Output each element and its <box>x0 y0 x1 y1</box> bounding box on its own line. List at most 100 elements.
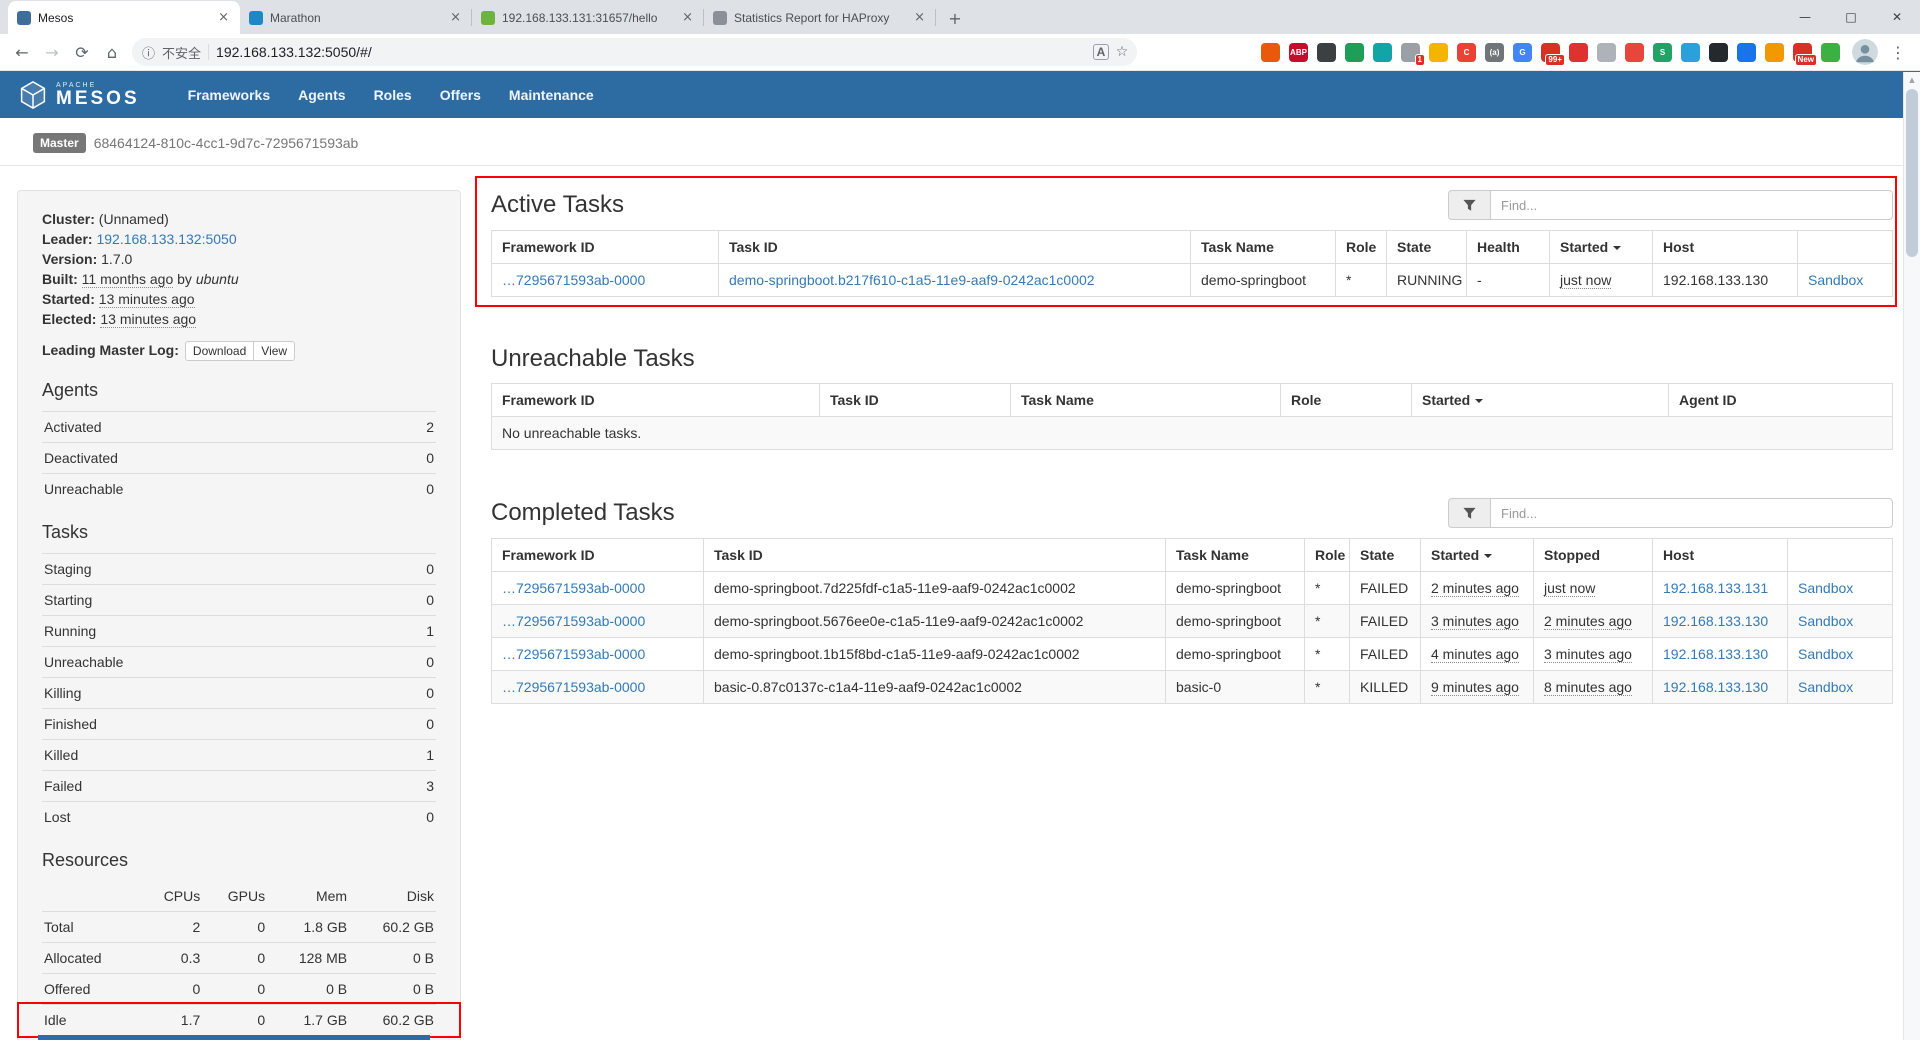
framework-id-link[interactable]: …7295671593ab-0000 <box>502 613 645 629</box>
column-header-started-sorted[interactable]: Started <box>1412 384 1669 417</box>
page-scrollbar[interactable]: ▲ <box>1903 72 1920 1040</box>
active-tasks-find-input[interactable] <box>1490 190 1893 220</box>
leader-link[interactable]: 192.168.133.132:5050 <box>96 231 236 247</box>
bookmark-star-icon[interactable]: ☆ <box>1111 41 1133 63</box>
extension-icon[interactable] <box>1709 43 1728 62</box>
url-text[interactable]: 192.168.133.132:5050/#/ <box>216 44 1086 60</box>
sandbox-link[interactable]: Sandbox <box>1798 646 1853 662</box>
extension-icon[interactable] <box>1429 43 1448 62</box>
host-link[interactable]: 192.168.133.130 <box>1663 646 1768 662</box>
extension-icon[interactable]: ABP <box>1289 43 1308 62</box>
framework-id-link[interactable]: …7295671593ab-0000 <box>502 272 645 288</box>
completed-tasks-find-input[interactable] <box>1490 498 1893 528</box>
column-header[interactable]: Host <box>1653 539 1788 572</box>
extension-icon[interactable] <box>1373 43 1392 62</box>
maximize-icon[interactable]: □ <box>1828 0 1874 34</box>
column-header-started-sorted[interactable]: Started <box>1421 539 1534 572</box>
nav-item[interactable]: Frameworks <box>174 87 284 103</box>
new-tab-icon[interactable]: + <box>942 5 968 31</box>
home-icon[interactable]: ⌂ <box>98 38 126 66</box>
host-link[interactable]: 192.168.133.130 <box>1663 613 1768 629</box>
column-header-started-sorted[interactable]: Started <box>1550 231 1653 264</box>
extension-icon[interactable] <box>1625 43 1644 62</box>
column-header[interactable]: Task Name <box>1166 539 1305 572</box>
column-header[interactable]: Framework ID <box>492 384 820 417</box>
extension-icon[interactable]: (a) <box>1485 43 1504 62</box>
column-header[interactable] <box>1788 539 1893 572</box>
extension-icon[interactable] <box>1569 43 1588 62</box>
column-header[interactable]: Agent ID <box>1669 384 1893 417</box>
state-cell: FAILED <box>1350 638 1421 671</box>
scrollbar-thumb[interactable] <box>1906 89 1918 257</box>
extension-icon[interactable] <box>1261 43 1280 62</box>
extension-icon[interactable] <box>1821 43 1840 62</box>
column-header[interactable]: Stopped <box>1534 539 1653 572</box>
browser-tab[interactable]: Statistics Report for HAProxy × <box>704 1 936 34</box>
tab-close-icon[interactable]: × <box>216 10 231 25</box>
framework-id-link[interactable]: …7295671593ab-0000 <box>502 646 645 662</box>
task-id-cell: demo-springboot.1b15f8bd-c1a5-11e9-aaf9-… <box>704 638 1166 671</box>
address-bar[interactable]: ⓘ 不安全 192.168.133.132:5050/#/ A ☆ <box>132 38 1137 66</box>
refresh-icon[interactable]: ⟳ <box>68 38 96 66</box>
close-icon[interactable]: ✕ <box>1874 0 1920 34</box>
column-header[interactable]: Host <box>1653 231 1798 264</box>
back-icon[interactable]: ← <box>8 38 36 66</box>
extension-icon[interactable] <box>1681 43 1700 62</box>
browser-tab[interactable]: 192.168.133.131:31657/hello × <box>472 1 704 34</box>
extension-icon[interactable]: 99+ <box>1541 43 1560 62</box>
scrollbar-up-icon[interactable]: ▲ <box>1904 72 1920 87</box>
minimize-icon[interactable]: — <box>1782 0 1828 34</box>
extension-icon[interactable]: C <box>1457 43 1476 62</box>
column-header[interactable]: Framework ID <box>492 539 704 572</box>
translate-icon[interactable]: A <box>1093 44 1109 60</box>
extension-icon[interactable] <box>1765 43 1784 62</box>
download-log-button[interactable]: Download <box>185 341 254 361</box>
column-header[interactable]: State <box>1387 231 1467 264</box>
extension-icon[interactable]: S <box>1653 43 1672 62</box>
extension-icon[interactable] <box>1317 43 1336 62</box>
extension-icon[interactable]: New <box>1793 43 1812 62</box>
framework-id-link[interactable]: …7295671593ab-0000 <box>502 679 645 695</box>
column-header[interactable]: Framework ID <box>492 231 719 264</box>
column-header[interactable]: Role <box>1305 539 1350 572</box>
task-id-link[interactable]: demo-springboot.b217f610-c1a5-11e9-aaf9-… <box>729 272 1095 288</box>
sandbox-link[interactable]: Sandbox <box>1798 679 1853 695</box>
browser-tab[interactable]: Mesos × <box>8 1 240 34</box>
sandbox-link[interactable]: Sandbox <box>1808 272 1863 288</box>
sandbox-link[interactable]: Sandbox <box>1798 613 1853 629</box>
framework-id-link[interactable]: …7295671593ab-0000 <box>502 580 645 596</box>
forward-icon[interactable]: → <box>38 38 66 66</box>
extension-icon[interactable]: G <box>1513 43 1532 62</box>
page-info-icon[interactable]: ⓘ <box>142 43 155 62</box>
mesos-logo[interactable]: APACHE MESOS <box>18 80 140 110</box>
host-link[interactable]: 192.168.133.130 <box>1663 679 1768 695</box>
column-header[interactable]: Task ID <box>820 384 1011 417</box>
column-header[interactable]: Role <box>1281 384 1412 417</box>
extension-icon[interactable] <box>1597 43 1616 62</box>
column-header[interactable]: Task Name <box>1011 384 1281 417</box>
extension-icon[interactable] <box>1345 43 1364 62</box>
extension-icon[interactable] <box>1737 43 1756 62</box>
column-header[interactable]: Task Name <box>1191 231 1336 264</box>
tab-close-icon[interactable]: × <box>912 10 927 25</box>
nav-item[interactable]: Offers <box>426 87 495 103</box>
menu-icon[interactable]: ⋮ <box>1884 38 1912 66</box>
host-link[interactable]: 192.168.133.131 <box>1663 580 1768 596</box>
column-header[interactable]: Role <box>1336 231 1387 264</box>
extension-icon[interactable]: 1 <box>1401 43 1420 62</box>
nav-item[interactable]: Agents <box>284 87 359 103</box>
view-log-button[interactable]: View <box>253 341 295 361</box>
sandbox-link[interactable]: Sandbox <box>1798 580 1853 596</box>
column-header[interactable]: Task ID <box>719 231 1191 264</box>
column-header[interactable] <box>1798 231 1893 264</box>
nav-item[interactable]: Maintenance <box>495 87 608 103</box>
column-header[interactable]: State <box>1350 539 1421 572</box>
tab-close-icon[interactable]: × <box>680 10 695 25</box>
task-name-cell: demo-springboot <box>1191 264 1336 297</box>
column-header[interactable]: Task ID <box>704 539 1166 572</box>
browser-tab[interactable]: Marathon × <box>240 1 472 34</box>
profile-avatar[interactable] <box>1852 39 1878 65</box>
tab-close-icon[interactable]: × <box>448 10 463 25</box>
nav-item[interactable]: Roles <box>360 87 426 103</box>
column-header[interactable]: Health <box>1467 231 1550 264</box>
